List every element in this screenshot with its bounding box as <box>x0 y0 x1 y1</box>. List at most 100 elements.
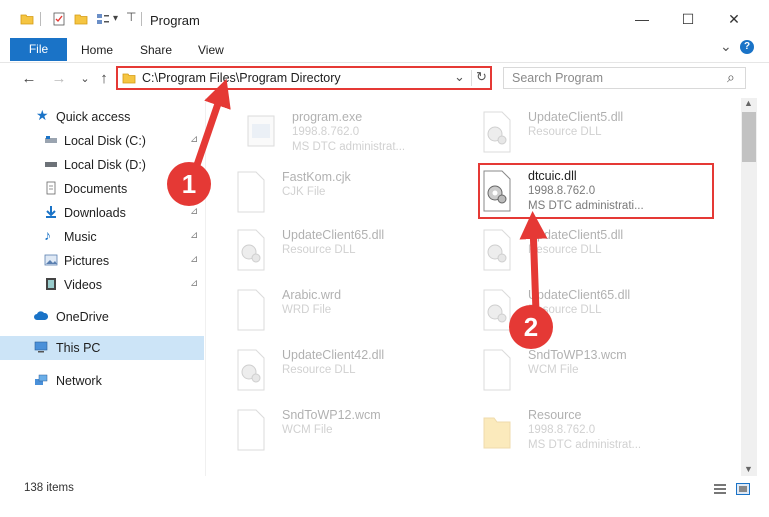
sidebar-item-this-pc[interactable]: This PC <box>0 336 204 360</box>
file-type: Resource DLL <box>282 364 356 376</box>
file-item-sndtowp12-wcm[interactable]: SndToWP12.wcm WCM File <box>210 402 440 460</box>
scrollbar-thumb[interactable] <box>742 112 756 162</box>
search-box[interactable]: Search Program ⌕ <box>503 67 746 89</box>
file-item-program-exe[interactable]: program.exe 1998.8.762.0 MS DTC administ… <box>220 104 450 162</box>
help-icon[interactable]: ? <box>740 40 754 54</box>
minimize-button[interactable]: — <box>627 6 657 32</box>
file-item-fastkom-cjk[interactable]: FastKom.cjk CJK File <box>210 164 440 222</box>
window-title: Program <box>150 13 200 28</box>
exe-icon <box>247 115 275 147</box>
file-type: Resource DLL <box>528 244 602 256</box>
window-bottom <box>0 500 769 517</box>
sidebar-item-onedrive[interactable]: OneDrive <box>0 305 204 329</box>
dll-icon <box>483 111 511 153</box>
customize-quick-access-icon[interactable]: ▾ <box>113 13 118 24</box>
computer-icon <box>34 341 48 353</box>
dll-icon <box>237 229 265 271</box>
back-button[interactable]: ← <box>20 70 38 88</box>
sidebar-item-label: Music <box>64 230 97 244</box>
file-item-updateclient5-dll[interactable]: UpdateClient5.dll Resource DLL <box>456 104 686 162</box>
separator <box>40 12 41 26</box>
refresh-icon[interactable]: ↻ <box>476 69 487 85</box>
view-icon[interactable] <box>96 12 110 26</box>
close-button[interactable]: ✕ <box>719 6 749 32</box>
pin-icon: ⊿ <box>190 134 199 145</box>
dll-icon <box>483 229 511 271</box>
pin-icon: ⊿ <box>190 230 199 241</box>
drive-icon <box>45 136 57 143</box>
file-item-updateclient65-dll[interactable]: UpdateClient65.dll Resource DLL <box>210 222 440 280</box>
pin-icon: ⊿ <box>190 254 199 265</box>
sidebar-item-label: Videos <box>64 278 102 292</box>
file-item-updateclient5-dll[interactable]: UpdateClient5.dll Resource DLL <box>456 222 686 280</box>
search-icon[interactable]: ⌕ <box>727 69 735 86</box>
file-type: WRD File <box>282 304 332 316</box>
new-folder-icon[interactable] <box>74 12 88 26</box>
file-version: 1998.8.762.0 <box>528 424 596 436</box>
file-version: 1998.8.762.0 <box>292 126 360 138</box>
address-dropdown-icon[interactable]: ⌄ <box>454 69 465 85</box>
tiles-view-icon[interactable] <box>736 483 750 495</box>
step-2-badge: 2 <box>509 305 553 349</box>
sidebar-item-label: This PC <box>56 341 101 355</box>
step-1-badge: 1 <box>167 162 211 206</box>
ribbon <box>0 38 769 63</box>
file-name: SndToWP12.wcm <box>282 408 381 422</box>
search-input[interactable]: Search Program <box>512 71 603 85</box>
file-item-updateclient65-dll[interactable]: UpdateClient65.dll Resource DLL <box>456 282 686 340</box>
star-icon: ★ <box>36 107 49 123</box>
scroll-down-icon[interactable]: ▼ <box>744 464 753 474</box>
folder-icon <box>20 14 34 25</box>
maximize-button[interactable]: ☐ <box>673 6 703 32</box>
video-icon <box>46 278 56 290</box>
qa-dropdown-icon[interactable]: ⊤ <box>126 10 136 24</box>
forward-button[interactable]: → <box>50 70 68 88</box>
tab-view[interactable]: View <box>198 43 224 57</box>
file-item-sndtowp13-wcm[interactable]: SndToWP13.wcm WCM File <box>456 342 686 400</box>
address-bar[interactable]: C:\Program Files\Program Directory ⌄ ↻ <box>116 66 492 90</box>
address-path[interactable]: C:\Program Files\Program Directory <box>142 71 341 85</box>
file-item-resource[interactable]: Resource 1998.8.762.0 MS DTC administrat… <box>456 402 686 460</box>
title-bar: ▾ ⊤ Program — ☐ ✕ <box>0 0 769 38</box>
tab-home[interactable]: Home <box>81 43 113 57</box>
file-name: SndToWP13.wcm <box>528 348 627 362</box>
scroll-up-icon[interactable]: ▲ <box>744 98 753 108</box>
tab-file[interactable]: File <box>10 38 67 61</box>
properties-icon[interactable] <box>52 12 66 26</box>
sidebar-item-label: Downloads <box>64 206 126 220</box>
sidebar-item-videos[interactable]: Videos ⊿ <box>0 273 204 297</box>
tab-share[interactable]: Share <box>140 43 172 57</box>
file-item-dtcuic-dll[interactable]: dtcuic.dll 1998.8.762.0 MS DTC administr… <box>456 163 686 221</box>
pin-icon: ⊿ <box>190 278 199 289</box>
item-count: 138 items <box>24 482 74 494</box>
sidebar-item-label: Pictures <box>64 254 110 268</box>
separator <box>471 70 472 86</box>
sidebar-item-music[interactable]: ♪ Music ⊿ <box>0 225 204 249</box>
sidebar-item-downloads[interactable]: Downloads ⊿ <box>0 201 204 225</box>
file-name: program.exe <box>292 110 363 124</box>
file-item-updateclient42-dll[interactable]: UpdateClient42.dll Resource DLL <box>210 342 440 400</box>
sidebar-item-quick-access[interactable]: ★ Quick access <box>0 105 204 129</box>
file-type: WCM File <box>528 364 579 376</box>
picture-icon <box>44 254 58 266</box>
recent-locations-button[interactable]: ⌄ <box>76 70 94 88</box>
sidebar-item-pictures[interactable]: Pictures ⊿ <box>0 249 204 273</box>
file-type: Resource DLL <box>528 126 602 138</box>
file-name: UpdateClient42.dll <box>282 348 385 362</box>
sidebar-item-local-disk-c[interactable]: Local Disk (C:) ⊿ <box>0 129 204 153</box>
pin-icon: ⊿ <box>190 206 199 217</box>
file-icon <box>237 289 265 331</box>
sidebar-item-label: Documents <box>64 182 128 196</box>
sidebar-item-label: Network <box>56 374 102 388</box>
sidebar-item-network[interactable]: Network <box>0 369 204 393</box>
file-type: Resource DLL <box>282 244 356 256</box>
file-type: CJK File <box>282 186 326 198</box>
file-name: dtcuic.dll <box>528 169 577 183</box>
details-view-icon[interactable] <box>713 483 727 495</box>
file-item-arabic-wrd[interactable]: Arabic.wrd WRD File <box>210 282 440 340</box>
up-button[interactable]: ↑ <box>95 70 113 88</box>
status-bar: 138 items <box>0 478 769 500</box>
file-name: Arabic.wrd <box>282 288 342 302</box>
collapse-ribbon-icon[interactable]: ⌄ <box>720 38 732 55</box>
document-icon <box>46 181 56 195</box>
